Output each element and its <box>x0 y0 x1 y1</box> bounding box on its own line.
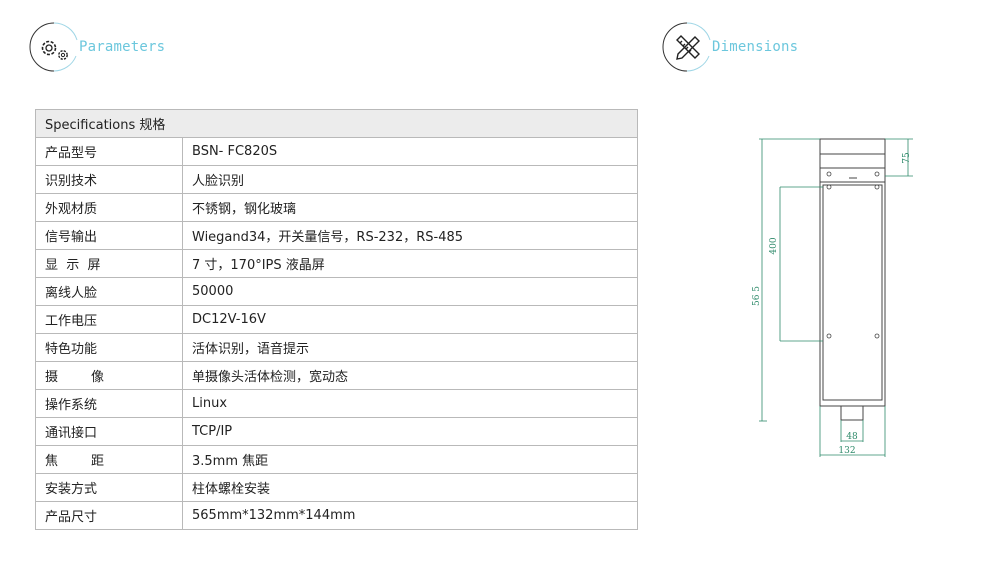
dim-label-400: 400 <box>769 237 779 254</box>
parameters-header: Parameters <box>29 22 165 72</box>
spec-value: 3.5mm 焦距 <box>182 445 638 474</box>
dim-label-565: 56 5 <box>752 286 762 306</box>
spec-key: 信号输出 <box>35 221 183 250</box>
table-row: 显 示 屏7 寸，170°IPS 液晶屏 <box>35 249 638 278</box>
table-row: 离线人脸 50000 <box>35 277 638 306</box>
spec-key: 工作电压 <box>35 305 183 334</box>
table-row: 操作系统 Linux <box>35 389 638 418</box>
spec-value: TCP/IP <box>182 417 638 446</box>
device-body-outline <box>819 138 886 407</box>
spec-key: 显 示 屏 <box>35 249 183 278</box>
spec-value: Wiegand34，开关量信号，RS-232，RS-485 <box>182 221 638 250</box>
spec-value: 活体识别，语音提示 <box>182 333 638 362</box>
gears-icon <box>29 22 79 72</box>
table-row: 焦 距 3.5mm 焦距 <box>35 445 638 474</box>
table-row: 识别技术 人脸识别 <box>35 165 638 194</box>
spec-key: 安装方式 <box>35 473 183 502</box>
spec-value: 50000 <box>182 277 638 306</box>
table-row: 摄 像单摄像头活体检测，宽动态 <box>35 361 638 390</box>
spec-value: 不锈钢，钢化玻璃 <box>182 193 638 222</box>
table-row: 工作电压 DC12V-16V <box>35 305 638 334</box>
spec-key: 产品尺寸 <box>35 501 183 530</box>
table-row: 安装方式 柱体螺栓安装 <box>35 473 638 502</box>
table-header-row: Specifications 规格 <box>35 109 638 138</box>
table-row: 特色功能 活体识别，语音提示 <box>35 333 638 362</box>
spec-value: Linux <box>182 389 638 418</box>
parameters-title: Parameters <box>79 39 166 55</box>
spec-value: 565mm*132mm*144mm <box>182 501 638 530</box>
spec-value: DC12V-16V <box>182 305 638 334</box>
spec-key: 识别技术 <box>35 165 183 194</box>
spec-key: 产品型号 <box>35 137 183 166</box>
spec-key: 特色功能 <box>35 333 183 362</box>
dim-label-48: 48 <box>846 432 858 442</box>
dim-label-132: 132 <box>838 446 855 456</box>
spec-value: 单摄像头活体检测，宽动态 <box>182 361 638 390</box>
spec-key: 焦 距 <box>35 445 183 474</box>
dimensions-drawing: 75 400 56 5 48 132 <box>752 138 913 457</box>
spec-value: 7 寸，170°IPS 液晶屏 <box>182 249 638 278</box>
table-row: 通讯接口 TCP/IP <box>35 417 638 446</box>
table-row: 信号输出 Wiegand34，开关量信号，RS-232，RS-485 <box>35 221 638 250</box>
dim-label-75: 75 <box>902 152 912 164</box>
specifications-table: Specifications 规格 产品型号 BSN- FC820S 识别技术 人脸识… <box>35 109 638 530</box>
ruler-pencil-icon <box>662 22 712 72</box>
spec-key: 离线人脸 <box>35 277 183 306</box>
table-row: 产品型号 BSN- FC820S <box>35 137 638 166</box>
spec-value: 人脸识别 <box>182 165 638 194</box>
dimensions-header: Dimensions <box>662 22 798 72</box>
spec-key: 摄 像 <box>35 361 183 390</box>
table-row: 产品尺寸 565mm*132mm*144mm <box>35 501 638 530</box>
table-row: 外观材质 不锈钢，钢化玻璃 <box>35 193 638 222</box>
device-base <box>840 405 864 421</box>
table-body: 产品型号 BSN- FC820S 识别技术 人脸识别 外观材质 不锈钢，钢化玻璃 信号输出 W… <box>35 137 638 530</box>
spec-key: 通讯接口 <box>35 417 183 446</box>
table-header: Specifications 规格 <box>35 109 638 138</box>
spec-value: BSN- FC820S <box>182 137 638 166</box>
spec-value: 柱体螺栓安装 <box>182 473 638 502</box>
dimensions-title: Dimensions <box>712 39 799 55</box>
spec-key: 操作系统 <box>35 389 183 418</box>
spec-key: 外观材质 <box>35 193 183 222</box>
